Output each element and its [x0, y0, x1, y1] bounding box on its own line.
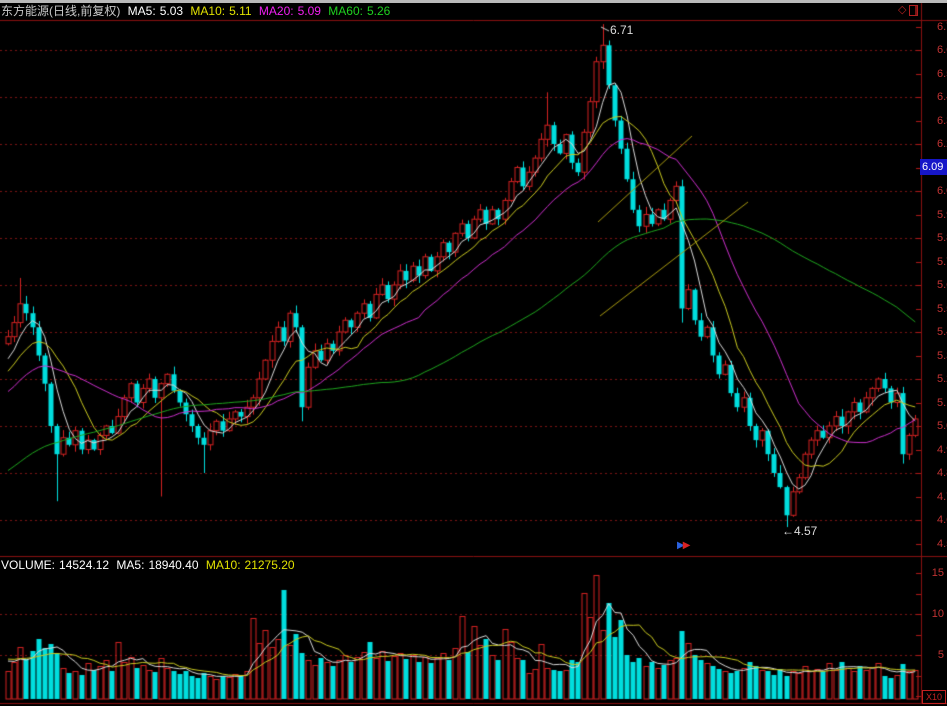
price-axis-label: 5.90	[937, 209, 947, 221]
volume-axis-label: 10	[924, 608, 944, 620]
volume-axis-label: 15	[924, 567, 944, 579]
price-axis-label: 6.60	[937, 44, 947, 56]
panel-window-controls: ◇	[898, 4, 918, 16]
price-axis-label: 6.00	[937, 185, 947, 197]
stock-title: 东方能源(日线,前复权)	[1, 4, 120, 18]
volume-multiplier-badge: X10	[922, 690, 946, 704]
data-scroll-marker[interactable]: ▶▶	[677, 541, 688, 551]
ma5-label: MA5:	[128, 4, 156, 18]
ma60-label: MA60:	[328, 4, 363, 18]
price-axis-label: 5.50	[937, 303, 947, 315]
high-price-annotation: 6.71	[610, 23, 633, 37]
diamond-icon[interactable]: ◇	[898, 4, 906, 16]
left-arrow-icon: ←	[782, 524, 794, 538]
ma20-value: 5.09	[298, 4, 321, 18]
low-price-value: 4.57	[794, 524, 817, 538]
price-axis-label: 5.20	[937, 373, 947, 385]
price-axis-label: 4.80	[937, 467, 947, 479]
ma5-value: 5.03	[160, 4, 183, 18]
price-axis-label: 6.30	[937, 115, 947, 127]
price-axis-label: 5.70	[937, 256, 947, 268]
ma10-value: 5.11	[229, 4, 251, 18]
restore-window-icon[interactable]	[909, 5, 918, 16]
volume-label: VOLUME:	[1, 558, 55, 572]
volume-header: VOLUME: 14524.12 MA5: 18940.40 MA10: 21275.…	[1, 558, 299, 572]
candlestick-chart-canvas[interactable]	[0, 0, 947, 706]
price-axis-label: 4.70	[937, 491, 947, 503]
vol-ma5-value: 18940.40	[148, 558, 198, 572]
price-axis-label: 5.30	[937, 350, 947, 362]
indicator-header: 东方能源(日线,前复权) MA5: 5.03 MA10: 5.11 MA20: 5.0…	[1, 4, 394, 19]
price-axis-label: 5.60	[937, 279, 947, 291]
price-axis-label: 5.80	[937, 232, 947, 244]
ma10-label: MA10:	[190, 4, 225, 18]
price-axis-label: 6.20	[937, 138, 947, 150]
price-axis-label: 6.70	[937, 21, 947, 33]
price-axis-label: 4.60	[937, 514, 947, 526]
ma20-label: MA20:	[259, 4, 294, 18]
current-price-tag: 6.09	[920, 159, 947, 175]
price-axis-label: 6.50	[937, 68, 947, 80]
price-axis-label: 5.10	[937, 397, 947, 409]
stock-chart-window: { "header": { "title": "东方能源(日线,前复权)", "…	[0, 0, 947, 706]
window-top-edge	[0, 0, 947, 3]
red-triangle-icon: ▶	[683, 540, 689, 551]
volume-value: 14524.12	[59, 558, 109, 572]
low-price-annotation: ←4.57	[782, 524, 817, 538]
vol-ma10-value: 21275.20	[245, 558, 295, 572]
volume-axis-label: 5	[924, 649, 944, 661]
vol-ma10-label: MA10:	[206, 558, 241, 572]
ma60-value: 5.26	[367, 4, 390, 18]
price-axis-label: 4.50	[937, 538, 947, 550]
price-axis-label: 5.00	[937, 420, 947, 432]
price-axis-label: 5.40	[937, 326, 947, 338]
price-axis-label: 4.90	[937, 444, 947, 456]
price-axis-label: 6.40	[937, 91, 947, 103]
vol-ma5-label: MA5:	[116, 558, 144, 572]
